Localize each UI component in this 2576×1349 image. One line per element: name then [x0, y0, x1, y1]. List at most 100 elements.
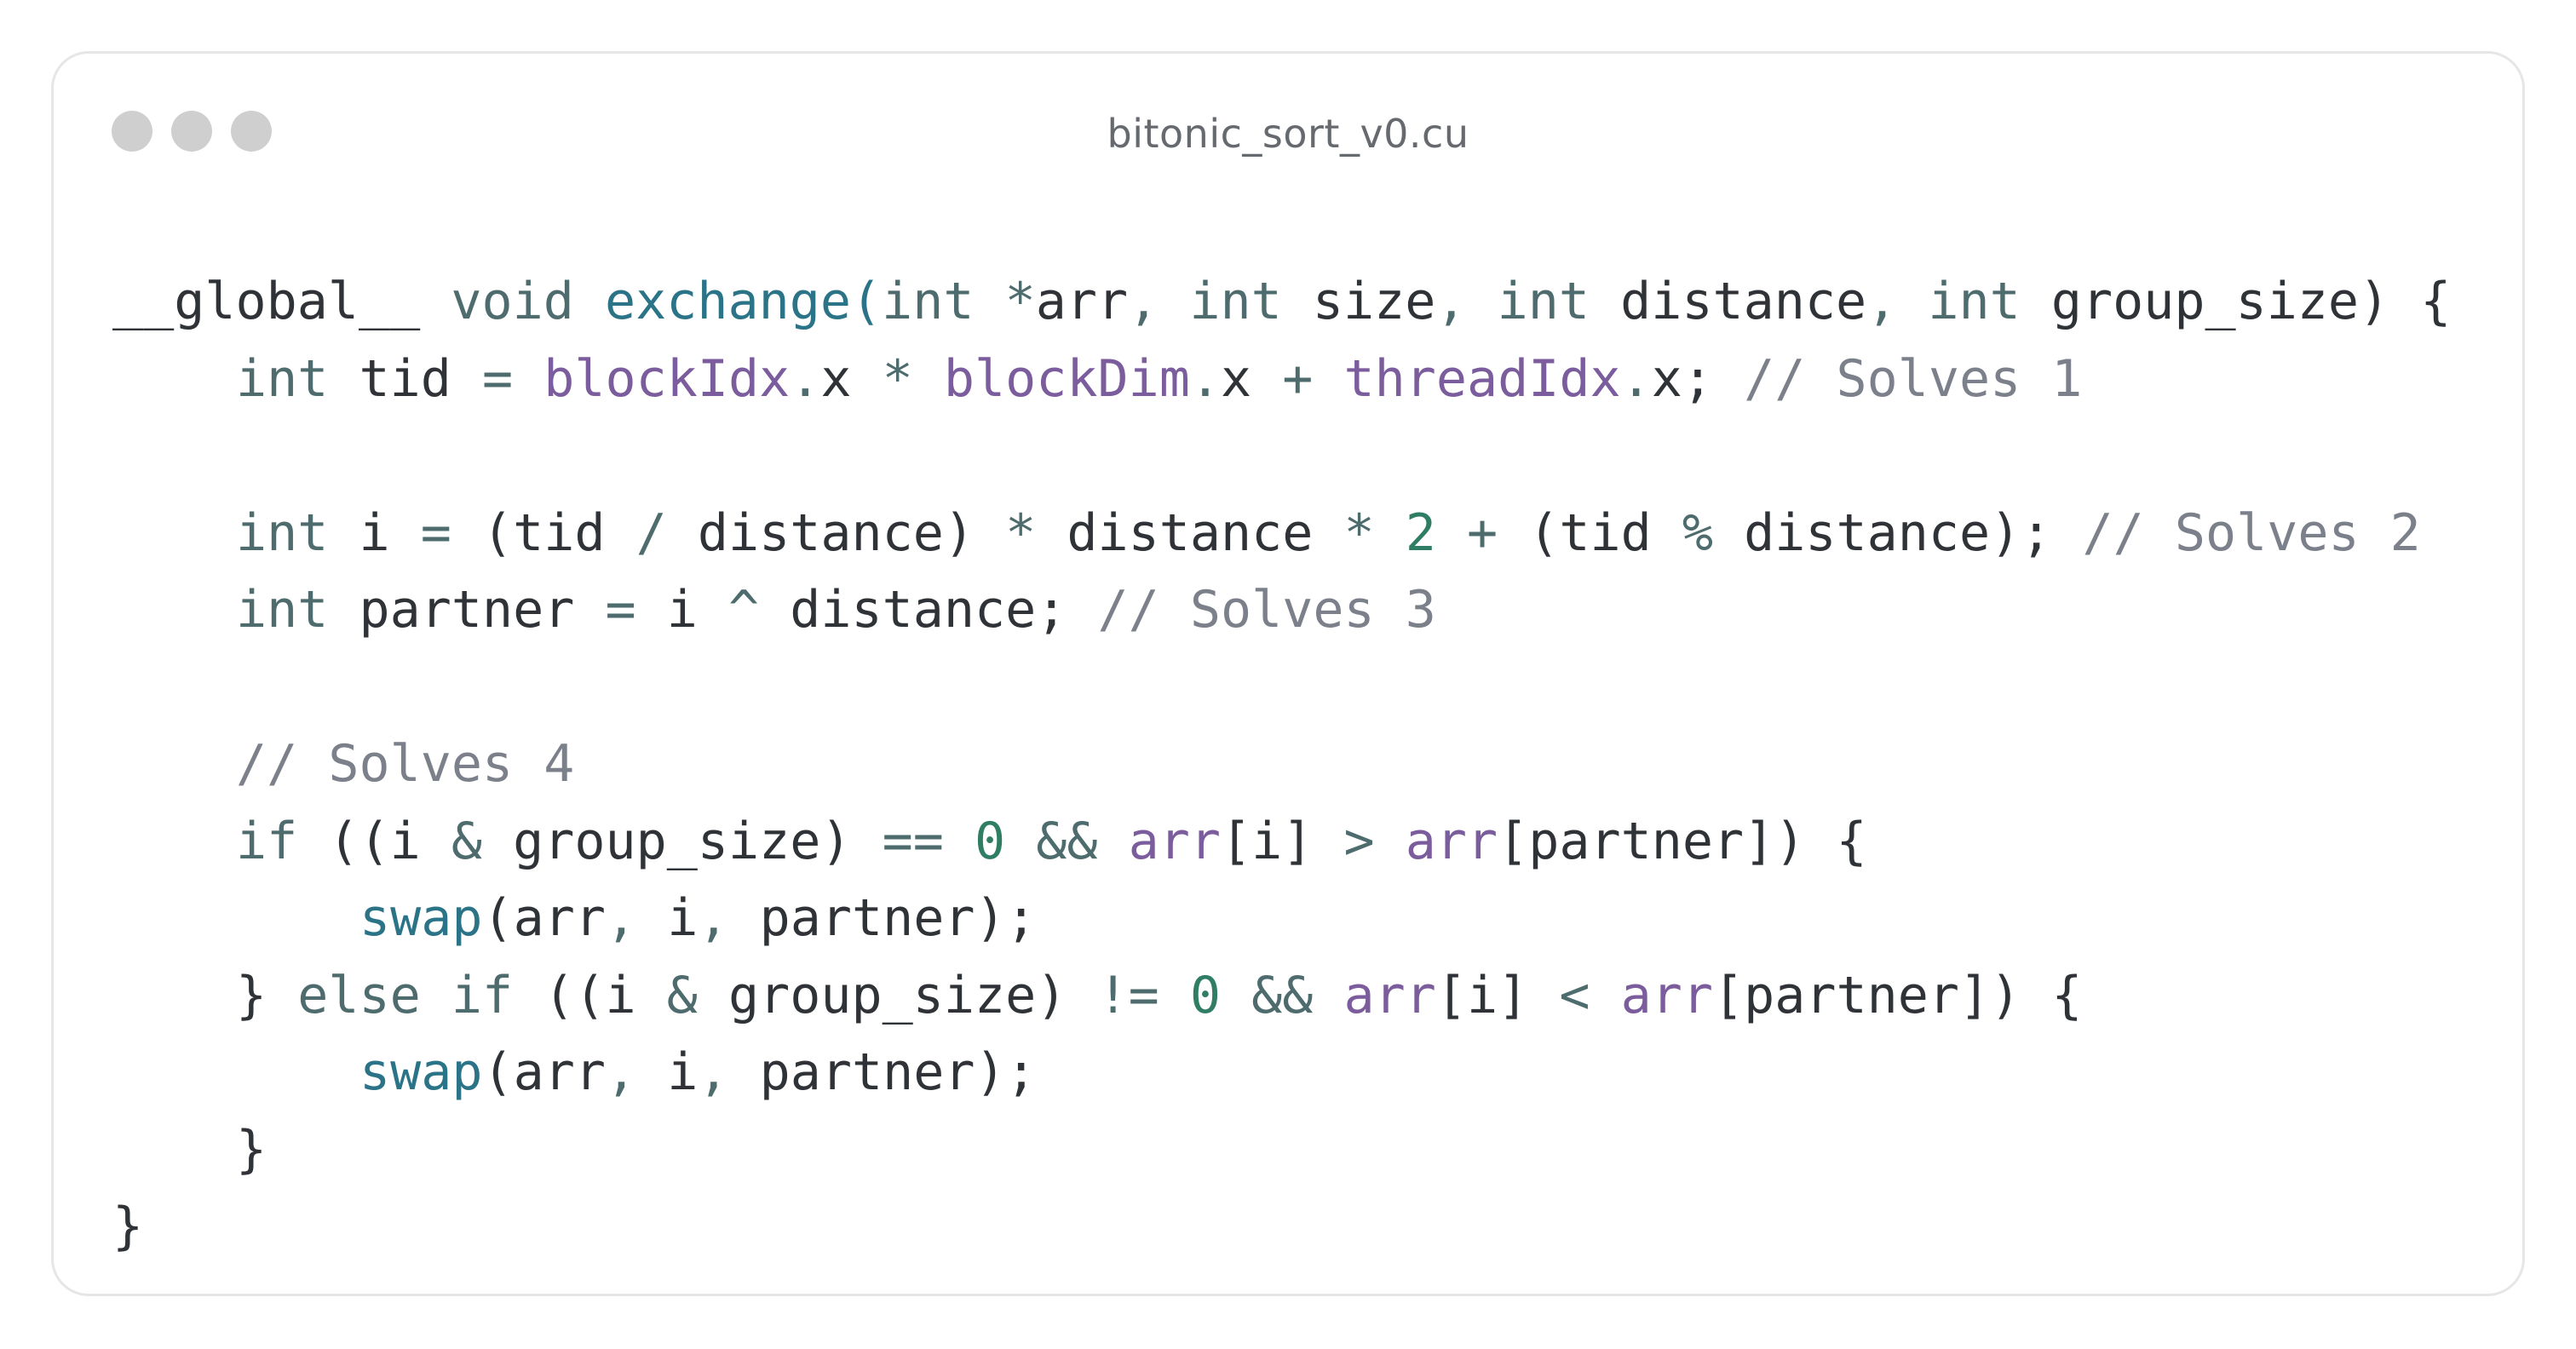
code-token: if	[451, 965, 514, 1025]
code-token: [i]	[1435, 965, 1560, 1025]
code-token: if	[236, 811, 298, 871]
code-token: [i]	[1220, 811, 1344, 871]
code-token: i	[635, 580, 728, 640]
code-token: *	[882, 348, 913, 409]
code-token: arr	[1620, 965, 1713, 1025]
code-token: int	[882, 272, 975, 331]
code-token: 2	[1405, 502, 1436, 563]
code-token: threadIdx	[1343, 348, 1621, 409]
code-line: __global__ void exchange(int *arr, int s…	[112, 263, 2451, 341]
code-line: // Solves 4	[112, 726, 2451, 803]
code-token: else	[297, 965, 421, 1025]
code-token: =	[605, 580, 636, 640]
code-line: int tid = blockIdx.x * blockDim.x + thre…	[112, 341, 2451, 418]
code-token: ,	[698, 888, 729, 948]
code-line: swap(arr, i, partner);	[112, 880, 2451, 957]
code-token: 0	[974, 811, 1006, 871]
code-block[interactable]: __global__ void exchange(int *arr, int s…	[112, 263, 2451, 1266]
code-token: +	[1282, 348, 1314, 409]
code-token: distance	[1036, 502, 1344, 563]
code-window: bitonic_sort_v0.cu __global__ void excha…	[51, 51, 2525, 1296]
code-token: // Solves 2	[2082, 502, 2421, 563]
code-token: &&	[1251, 965, 1314, 1025]
code-token: >	[1343, 811, 1375, 871]
code-token: x	[1220, 348, 1283, 409]
code-token: <	[1559, 965, 1590, 1025]
code-token: ^	[727, 580, 760, 640]
code-token: &	[666, 965, 698, 1025]
code-token: *	[1005, 502, 1037, 563]
code-token: group_size) {	[2020, 272, 2452, 331]
code-token: ,	[606, 1042, 637, 1102]
code-line: int partner = i ^ distance; // Solves 3	[112, 571, 2451, 649]
code-token: ,	[1128, 272, 1159, 331]
code-token: ,	[606, 888, 637, 948]
code-token: distance);	[1712, 502, 2083, 563]
code-token: ((i	[513, 965, 667, 1025]
code-token: int	[1497, 272, 1590, 331]
code-token: blockDim	[943, 348, 1190, 409]
code-line: swap(arr, i, partner);	[112, 1034, 2451, 1111]
code-token: swap	[359, 1042, 483, 1102]
code-token: }	[112, 1197, 144, 1256]
code-token: partner);	[728, 1042, 1037, 1102]
code-token: [partner]) {	[1498, 811, 1867, 871]
code-token: }	[236, 965, 298, 1025]
code-token: x;	[1651, 348, 1745, 409]
code-token: ,	[1866, 272, 1898, 331]
code-token: // Solves 4	[236, 734, 575, 794]
code-token: ==	[882, 811, 944, 871]
code-token: int	[236, 502, 329, 563]
code-token: =	[482, 348, 514, 409]
code-token: *	[1343, 502, 1375, 563]
code-token: i	[636, 1042, 699, 1102]
code-token: (arr	[482, 888, 607, 948]
code-token: distance)	[666, 502, 1006, 563]
code-token: arr	[1343, 965, 1436, 1025]
code-token: group_size)	[482, 811, 883, 871]
code-line: int i = (tid / distance) * distance * 2 …	[112, 495, 2451, 572]
code-token: (arr	[482, 1042, 607, 1102]
code-token: }	[236, 1119, 267, 1180]
code-token: swap	[359, 888, 483, 948]
code-token: arr	[1405, 811, 1498, 871]
code-token: %	[1682, 502, 1713, 563]
code-token: partner	[328, 580, 606, 640]
code-token: .	[1620, 348, 1652, 409]
code-token: &&	[1036, 811, 1098, 871]
code-token: int	[236, 580, 329, 640]
code-line: if ((i & group_size) == 0 && arr[i] > ar…	[112, 803, 2451, 881]
code-token: partner);	[728, 888, 1037, 948]
code-token: size	[1281, 272, 1436, 331]
code-token: ,	[698, 1042, 729, 1102]
code-token: x	[820, 348, 883, 409]
code-token: distance;	[759, 580, 1098, 640]
code-line: }	[112, 1188, 2451, 1266]
code-token: int	[1928, 272, 2021, 331]
code-token: int	[236, 348, 329, 409]
code-token: distance	[1589, 272, 1867, 331]
code-token: &	[451, 811, 482, 871]
code-token: blockIdx	[543, 348, 791, 409]
code-token: .	[790, 348, 821, 409]
code-line: } else if ((i & group_size) != 0 && arr[…	[112, 957, 2451, 1035]
file-title: bitonic_sort_v0.cu	[1107, 111, 1469, 157]
code-token: __global__	[112, 272, 421, 331]
